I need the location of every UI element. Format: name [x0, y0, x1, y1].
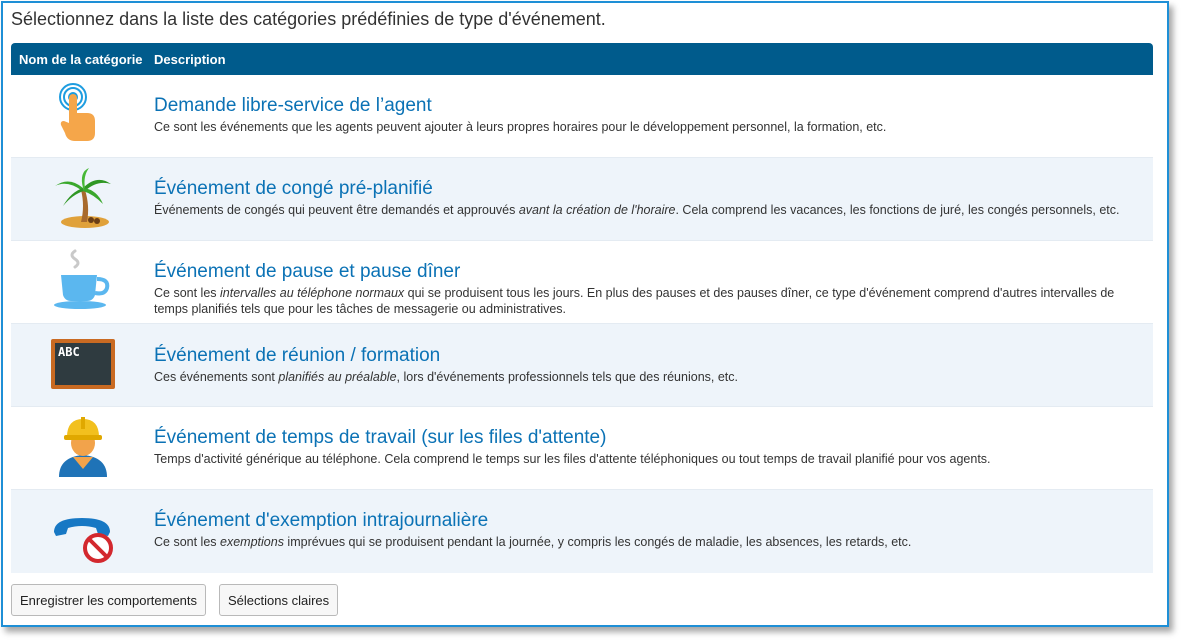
category-row-intraday-exemption[interactable]: Événement d'exemption intrajournalière C… [11, 490, 1153, 573]
hand-touch-icon [58, 83, 95, 141]
column-header-name: Nom de la catégorie [19, 51, 143, 67]
worker-hardhat-icon [58, 417, 107, 477]
category-title[interactable]: Événement de temps de travail (sur les f… [154, 427, 1145, 449]
category-description: Ce sont les exemptions imprévues qui se … [154, 535, 912, 549]
coffee-cup-icon [53, 249, 109, 309]
category-row-break-lunch[interactable]: Événement de pause et pause dîner Ce son… [11, 241, 1153, 324]
category-title[interactable]: Événement d'exemption intrajournalière [154, 510, 1145, 532]
category-title[interactable]: Événement de réunion / formation [154, 345, 1145, 367]
palm-tree-icon [54, 168, 111, 228]
category-title[interactable]: Demande libre-service de l’agent [154, 95, 1145, 117]
column-header-description: Description [154, 51, 226, 67]
category-title[interactable]: Événement de pause et pause dîner [154, 261, 1145, 283]
category-row-self-service[interactable]: Demande libre-service de l’agent Ce sont… [11, 75, 1153, 158]
chalkboard-icon: ABC [50, 339, 115, 389]
instruction-text: Sélectionnez dans la liste des catégorie… [11, 9, 606, 29]
dialog-frame: Sélectionnez dans la liste des catégorie… [1, 1, 1169, 627]
clear-selections-button[interactable]: Sélections claires [219, 584, 339, 616]
category-description: Événements de congés qui peuvent être de… [154, 203, 1120, 217]
category-title[interactable]: Événement de congé pré-planifié [154, 178, 1145, 200]
category-table: Nom de la catégorie Description Demande … [11, 43, 1153, 573]
category-row-meeting-training[interactable]: ABC Événement de réunion / formation Ces… [11, 324, 1153, 407]
category-row-work-time[interactable]: Événement de temps de travail (sur les f… [11, 407, 1153, 490]
category-description: Ces événements sont planifiés au préalab… [154, 370, 738, 384]
save-behaviors-button[interactable]: Enregistrer les comportements [11, 584, 207, 616]
category-description: Ce sont les intervalles au téléphone nor… [154, 286, 1115, 316]
phone-prohibited-icon [53, 518, 113, 563]
category-description: Temps d'activité générique au téléphone.… [154, 452, 991, 466]
table-header: Nom de la catégorie Description [11, 43, 1153, 75]
category-description: Ce sont les événements que les agents pe… [154, 120, 887, 134]
chalkboard-text: ABC [58, 345, 80, 359]
category-row-preplanned-leave[interactable]: Événement de congé pré-planifié Événemen… [11, 158, 1153, 241]
